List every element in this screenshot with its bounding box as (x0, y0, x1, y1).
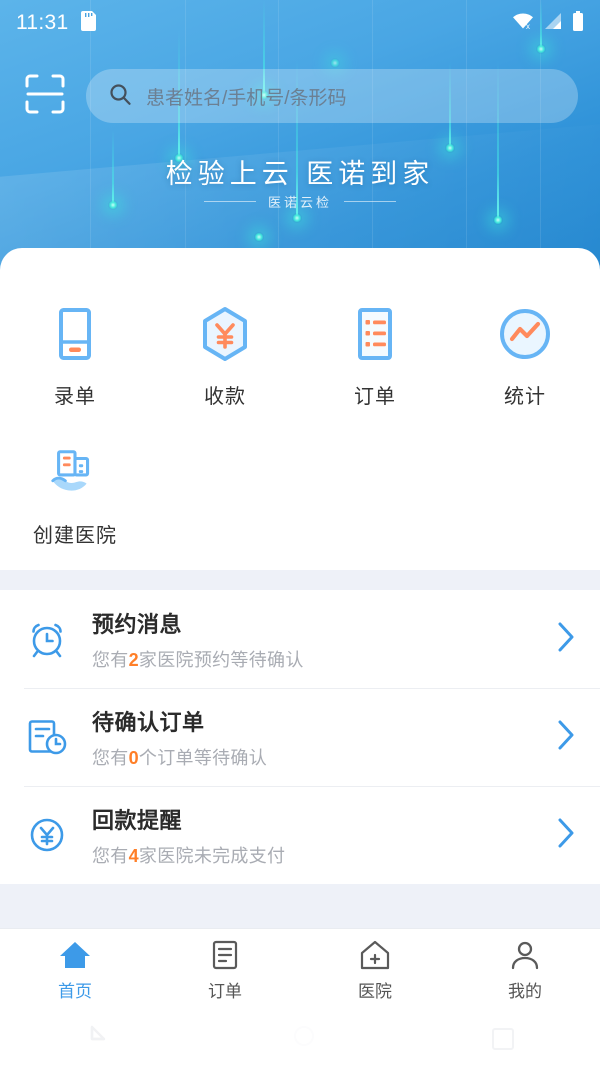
scan-button[interactable] (22, 73, 68, 119)
app-screen: 11:31 x 患者姓名/手机号/条形码 检验上云 医诺到家 医诺云检 录单 收… (0, 0, 600, 1067)
quick-action-label: 录单 (54, 386, 96, 408)
quick-action-shou-kuan[interactable]: 收款 (150, 292, 300, 431)
notice-row-appointment[interactable]: 预约消息 您有2家医院预约等待确认 (0, 590, 600, 688)
notice-text: 预约消息 您有2家医院预约等待确认 (92, 607, 556, 672)
home-circle-icon[interactable] (289, 1021, 319, 1056)
quick-action-chuang-jian-yi-yuan[interactable]: 创建医院 (0, 431, 150, 570)
search-input[interactable]: 患者姓名/手机号/条形码 (86, 69, 578, 123)
home-icon (58, 938, 92, 970)
hero-subtitle: 医诺云检 (267, 195, 332, 210)
quick-action-placeholder (450, 431, 600, 570)
document-clock-icon (24, 714, 70, 760)
tab-label: 首页 (58, 981, 92, 1001)
quick-action-placeholder (300, 431, 450, 570)
system-navigation-bar (0, 1010, 600, 1067)
quick-action-label: 收款 (204, 386, 246, 408)
quick-action-placeholder (150, 431, 300, 570)
quick-action-label: 统计 (504, 386, 546, 408)
notice-text: 回款提醒 您有4家医院未完成支付 (92, 803, 556, 868)
notice-list: 预约消息 您有2家医院预约等待确认 待确认订单 您有0个订单等待确认 回款提醒 … (0, 590, 600, 884)
notice-count: 0 (128, 747, 139, 768)
hero-title: 检验上云 医诺到家 (165, 159, 435, 189)
statistics-chart-icon (497, 306, 553, 362)
wifi-off-icon: x (512, 12, 534, 35)
quick-actions-grid: 录单 收款 订单 统计 创建医院 (0, 278, 600, 570)
status-bar-clock: 11:31 (16, 11, 69, 34)
scan-frame-icon (24, 73, 66, 120)
chevron-right-icon[interactable] (556, 816, 576, 855)
form-entry-icon (47, 306, 103, 362)
quick-action-label: 订单 (354, 386, 396, 408)
status-bar: 11:31 x (0, 0, 600, 46)
content-card: 录单 收款 订单 统计 创建医院 预约消息 您有2家医院预约等待确认 待确认订单… (0, 248, 600, 936)
hero-subtitle-row: 医诺云检 (0, 192, 600, 211)
tab-label: 医院 (358, 981, 392, 1001)
search-row: 患者姓名/手机号/条形码 (0, 65, 600, 127)
search-placeholder: 患者姓名/手机号/条形码 (146, 87, 347, 109)
yuan-circle-icon (24, 812, 70, 858)
alarm-clock-icon (24, 616, 70, 662)
notice-subtitle: 您有2家医院预约等待确认 (92, 649, 304, 670)
hero-banner: 11:31 x 患者姓名/手机号/条形码 检验上云 医诺到家 医诺云检 (0, 0, 600, 270)
notice-subtitle: 您有4家医院未完成支付 (92, 845, 286, 866)
person-icon (510, 938, 540, 970)
sdcard-icon (80, 10, 96, 36)
recents-square-icon[interactable] (491, 1027, 514, 1050)
notice-count: 4 (128, 845, 139, 866)
bottom-tab-bar: 首页 订单 医院 我的 (0, 928, 600, 1010)
section-divider (0, 570, 600, 590)
notice-title: 待确认订单 (92, 709, 205, 735)
signal-icon (543, 12, 563, 35)
create-hospital-icon (47, 445, 103, 501)
notice-row-payment-reminder[interactable]: 回款提醒 您有4家医院未完成支付 (0, 786, 600, 884)
search-icon (108, 82, 132, 111)
hospital-icon (359, 938, 391, 970)
tab-label: 订单 (208, 981, 242, 1001)
order-list-icon (347, 306, 403, 362)
notice-title: 回款提醒 (92, 807, 183, 833)
back-triangle-icon[interactable] (86, 1021, 116, 1056)
tab-profile[interactable]: 我的 (450, 929, 600, 1010)
chevron-right-icon[interactable] (556, 718, 576, 757)
document-icon (211, 938, 239, 970)
quick-action-tong-ji[interactable]: 统计 (450, 292, 600, 431)
tab-label: 我的 (508, 981, 542, 1001)
notice-subtitle: 您有0个订单等待确认 (92, 747, 268, 768)
quick-action-ding-dan[interactable]: 订单 (300, 292, 450, 431)
tab-home[interactable]: 首页 (0, 929, 150, 1010)
notice-count: 2 (128, 649, 139, 670)
quick-action-lu-dan[interactable]: 录单 (0, 292, 150, 431)
battery-icon (572, 10, 584, 36)
payment-hexagon-yuan-icon (197, 306, 253, 362)
tab-orders[interactable]: 订单 (150, 929, 300, 1010)
notice-text: 待确认订单 您有0个订单等待确认 (92, 705, 556, 770)
svg-text:x: x (526, 22, 530, 30)
chevron-right-icon[interactable] (556, 620, 576, 659)
quick-action-label: 创建医院 (33, 525, 117, 547)
notice-title: 预约消息 (92, 611, 183, 637)
notice-row-pending-order[interactable]: 待确认订单 您有0个订单等待确认 (0, 688, 600, 786)
tab-hospital[interactable]: 医院 (300, 929, 450, 1010)
